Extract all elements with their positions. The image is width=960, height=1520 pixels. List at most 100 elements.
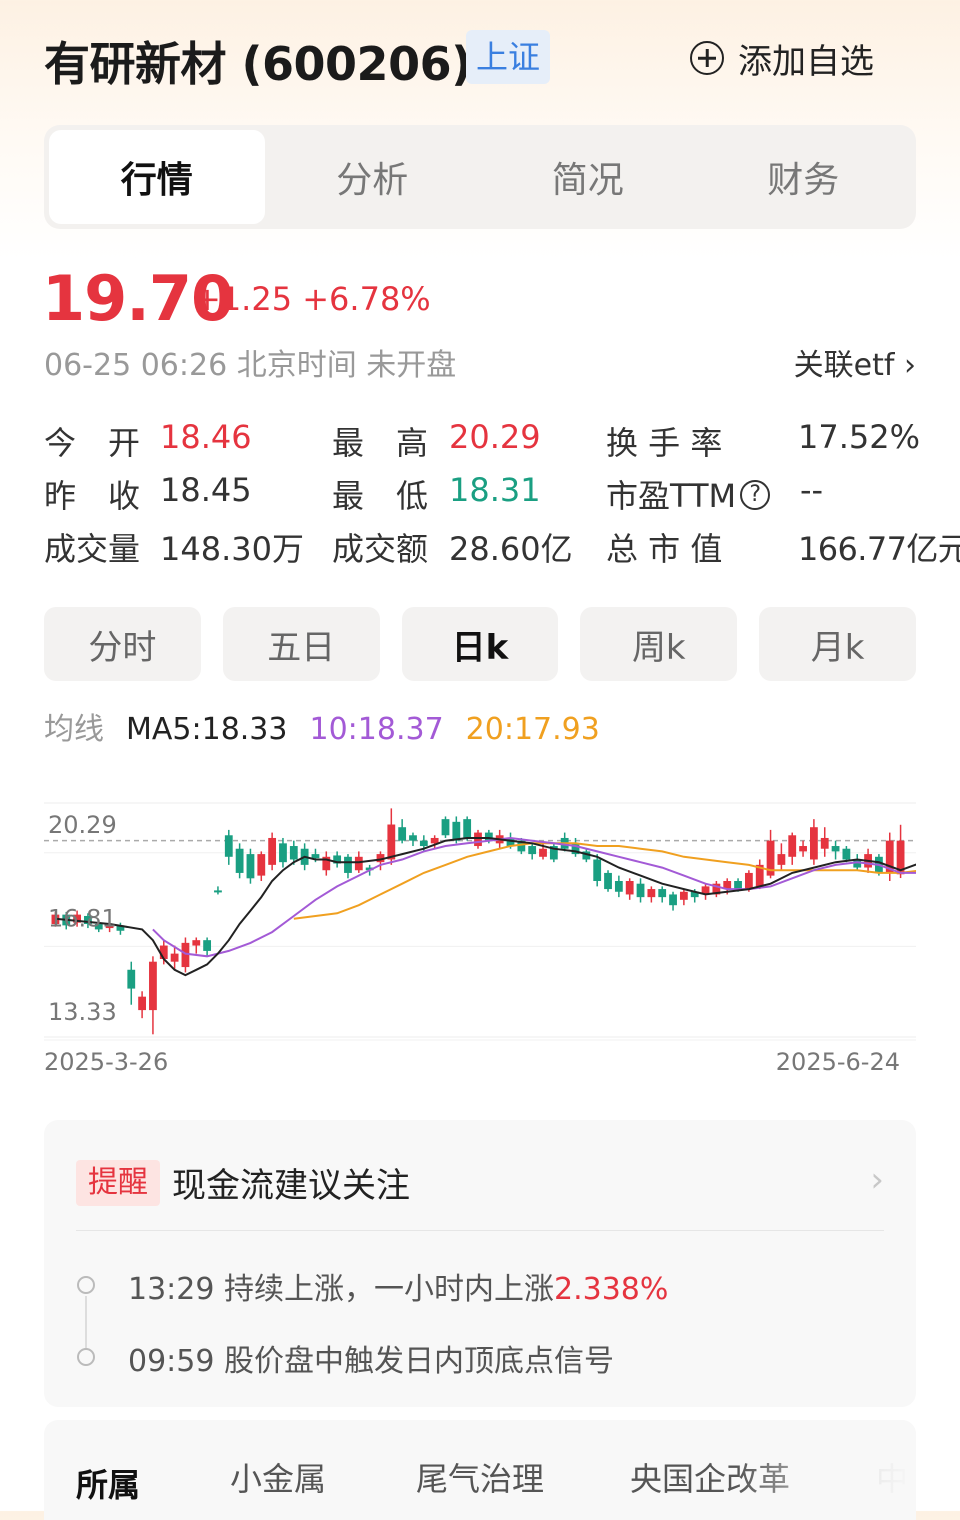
stock-title: 有研新材 (600206) xyxy=(44,37,472,91)
candle-body xyxy=(138,996,147,1011)
concept-tab-bar: 所属 小金属 尾气治理 央国企改革 中 xyxy=(44,1420,916,1520)
candle-body xyxy=(441,819,450,836)
chart-start-date: 2025-3-26 xyxy=(44,1048,169,1076)
candle-body xyxy=(658,889,667,898)
candle-body xyxy=(799,846,807,852)
candle-body xyxy=(289,846,298,860)
daily-kline-chart[interactable]: 20.29 16.81 13.33 xyxy=(44,795,916,1045)
candle-body xyxy=(430,837,439,844)
pe-ttm-label: 市盈TTM? xyxy=(606,471,771,517)
candle-body xyxy=(679,891,688,900)
ma-label: 均线 xyxy=(44,712,104,747)
candle-body xyxy=(593,859,602,881)
open-value: 18.46 xyxy=(160,418,252,456)
prev-close-value: 18.45 xyxy=(160,471,252,509)
low-label: 最 低 xyxy=(332,477,429,515)
ma5-value: MA5:18.33 xyxy=(126,712,288,747)
candle-body xyxy=(409,835,417,841)
related-etf-link[interactable]: 关联etf › xyxy=(794,340,916,384)
exchange-badge: 上证 xyxy=(466,30,550,84)
candle-body xyxy=(224,835,233,857)
period-tab-monthly-k[interactable]: 月k xyxy=(759,607,916,681)
candle-body xyxy=(463,819,472,838)
main-tab-bar: 行情 分析 简况 财务 xyxy=(44,125,916,229)
tab-analysis[interactable]: 分析 xyxy=(265,130,481,224)
alert-item-text: 13:29 持续上涨，一小时内上涨 xyxy=(128,1272,554,1307)
period-tab-intraday[interactable]: 分时 xyxy=(44,607,201,681)
candle-body xyxy=(387,824,396,860)
ma10-line xyxy=(152,836,916,958)
tab-market[interactable]: 行情 xyxy=(49,130,265,224)
help-icon[interactable]: ? xyxy=(740,480,771,510)
market-cap-value: 166.77亿元 xyxy=(798,530,960,568)
candle-body xyxy=(777,854,786,865)
volume-label: 成交量 xyxy=(44,530,141,568)
candle-body xyxy=(354,856,363,871)
alert-item[interactable]: 09:59 股价盘中触发日内顶底点信号 xyxy=(128,1336,614,1380)
quote-timestamp: 06-25 06:26 北京时间 未开盘 xyxy=(44,348,457,383)
add-to-watchlist-label: 添加自选 xyxy=(738,41,874,82)
candle-body xyxy=(528,846,537,855)
candle-body xyxy=(127,969,136,989)
turnover-label: 换 手 率 xyxy=(606,424,723,462)
ma-legend: 均线 MA5:18.33 10:18.37 20:17.93 xyxy=(44,704,622,748)
ma10-value: 10:18.37 xyxy=(309,712,444,747)
candle-body xyxy=(149,961,157,1011)
candle-body xyxy=(452,821,461,841)
pe-ttm-value: -- xyxy=(800,471,824,509)
candle-body xyxy=(268,837,277,865)
candle-body xyxy=(831,846,840,852)
alert-badge: 提醒 xyxy=(76,1160,160,1206)
turnover-value: 17.52% xyxy=(798,418,921,456)
candle-body xyxy=(788,835,797,857)
chevron-right-icon[interactable]: › xyxy=(870,1160,884,1200)
candle-body xyxy=(614,881,623,892)
tab-profile[interactable]: 简况 xyxy=(480,130,696,224)
period-tab-bar: 分时 五日 日k 周k 月k xyxy=(44,607,916,681)
candle-body xyxy=(474,832,482,847)
candle-body xyxy=(625,881,634,895)
candle-body xyxy=(246,854,255,879)
candle-body xyxy=(809,827,818,860)
period-tab-daily-k[interactable]: 日k xyxy=(401,607,559,681)
candle-body xyxy=(311,854,320,859)
y-tick-label: 16.81 xyxy=(48,904,117,932)
candle-body xyxy=(279,843,287,863)
candle-body xyxy=(647,889,656,898)
candle-body xyxy=(203,940,212,951)
period-tab-5day[interactable]: 五日 xyxy=(222,607,380,681)
alert-item[interactable]: 13:29 持续上涨，一小时内上涨2.338% xyxy=(128,1264,668,1308)
y-tick-label: 13.33 xyxy=(48,998,117,1026)
candle-body xyxy=(214,890,222,893)
price-change: +1.25 +6.78% xyxy=(194,280,431,318)
volume-value: 148.30万 xyxy=(160,530,304,568)
candle-body xyxy=(604,872,612,890)
alert-divider xyxy=(76,1230,884,1231)
tab-finance[interactable]: 财务 xyxy=(696,130,912,224)
open-label: 今 开 xyxy=(44,424,141,462)
alert-card[interactable]: 提醒 现金流建议关注 › 13:29 持续上涨，一小时内上涨2.338% 09:… xyxy=(44,1120,916,1407)
candle-body xyxy=(257,854,266,876)
candle-body xyxy=(235,848,244,873)
scroll-fade xyxy=(736,1420,916,1520)
pe-ttm-text: 市盈TTM xyxy=(606,477,737,515)
chart-end-date: 2025-6-24 xyxy=(775,1048,900,1076)
candle-body xyxy=(170,953,179,962)
concept-tab-belongs[interactable]: 所属 xyxy=(76,1460,140,1506)
add-to-watchlist-button[interactable]: 添加自选 xyxy=(690,36,874,82)
alert-item-text: 09:59 股价盘中触发日内顶底点信号 xyxy=(128,1344,614,1379)
candle-body xyxy=(669,894,677,906)
high-value: 20.29 xyxy=(449,418,541,456)
candle-body xyxy=(636,883,645,898)
high-label: 最 高 xyxy=(332,424,429,462)
amount-value: 28.60亿 xyxy=(449,530,573,568)
y-tick-label: 20.29 xyxy=(48,811,117,839)
alert-title: 现金流建议关注 xyxy=(172,1166,410,1206)
concept-tab-exhaust-treatment[interactable]: 尾气治理 xyxy=(416,1454,544,1500)
candle-body xyxy=(744,872,753,890)
candle-body xyxy=(192,940,201,946)
market-cap-label: 总 市 值 xyxy=(606,530,723,568)
candle-body xyxy=(734,881,742,890)
concept-tab-minor-metals[interactable]: 小金属 xyxy=(230,1454,326,1500)
period-tab-weekly-k[interactable]: 周k xyxy=(580,607,738,681)
